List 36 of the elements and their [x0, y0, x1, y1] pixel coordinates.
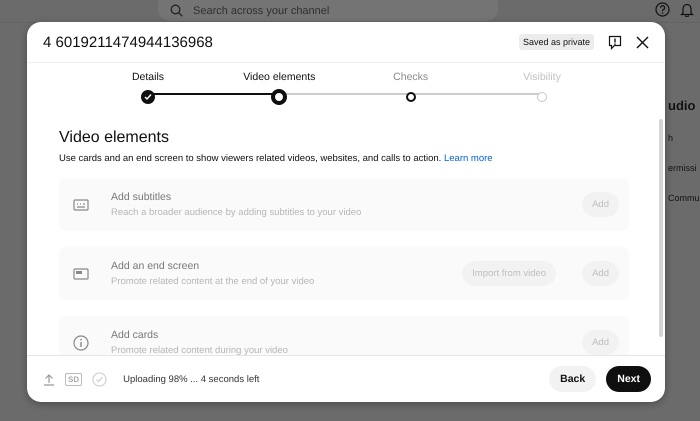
checkmark-icon — [144, 93, 152, 101]
subtitles-icon — [73, 198, 89, 210]
search-placeholder: Search across your channel — [193, 4, 330, 16]
feedback-icon[interactable] — [608, 34, 622, 50]
check-circle-icon — [92, 372, 108, 386]
info-icon — [73, 334, 89, 350]
learn-more-link[interactable]: Learn more — [444, 153, 493, 164]
menu-item[interactable]: ermissi — [668, 163, 700, 173]
card-subtitle: Reach a broader audience by adding subtitles to your video — [111, 207, 362, 218]
step-tab[interactable]: Checks — [366, 71, 456, 111]
help-icon[interactable] — [655, 2, 670, 17]
upload-icon — [43, 372, 55, 386]
step-tab[interactable]: Video elements — [234, 71, 324, 111]
quality-icon: SD — [65, 372, 82, 386]
status-badge: Saved as private — [518, 34, 594, 50]
dialog-title: 4 6019211474944136968 — [43, 34, 213, 50]
search-icon — [170, 4, 183, 17]
close-icon[interactable] — [636, 36, 649, 48]
scrollbar[interactable] — [659, 119, 663, 337]
card-subtitle: Promote related content at the end of your video — [111, 276, 316, 287]
card-subtitle: Promote related content during your video — [111, 345, 289, 355]
page-heading: udio — [668, 98, 696, 113]
search-field[interactable]: Search across your channel — [158, 0, 498, 21]
bell-icon[interactable] — [680, 2, 694, 17]
card-title: Add subtitles — [111, 191, 172, 203]
menu-item[interactable]: h — [668, 133, 700, 143]
back-button[interactable]: Back — [549, 366, 596, 392]
menu-item[interactable]: Commu — [668, 193, 700, 203]
section-description: Use cards and an end screen to show viewers related videos, websites, and calls to action. Learn more — [59, 153, 494, 164]
card-title: Add cards — [111, 329, 160, 341]
end-screen-icon — [73, 268, 89, 280]
section-heading: Video elements — [59, 129, 170, 147]
card-title: Add an end screen — [111, 260, 200, 272]
next-button[interactable]: Next — [606, 366, 651, 392]
step-tab[interactable]: Details — [103, 71, 193, 111]
upload-status: Uploading 98% ... 4 seconds left — [123, 374, 260, 384]
